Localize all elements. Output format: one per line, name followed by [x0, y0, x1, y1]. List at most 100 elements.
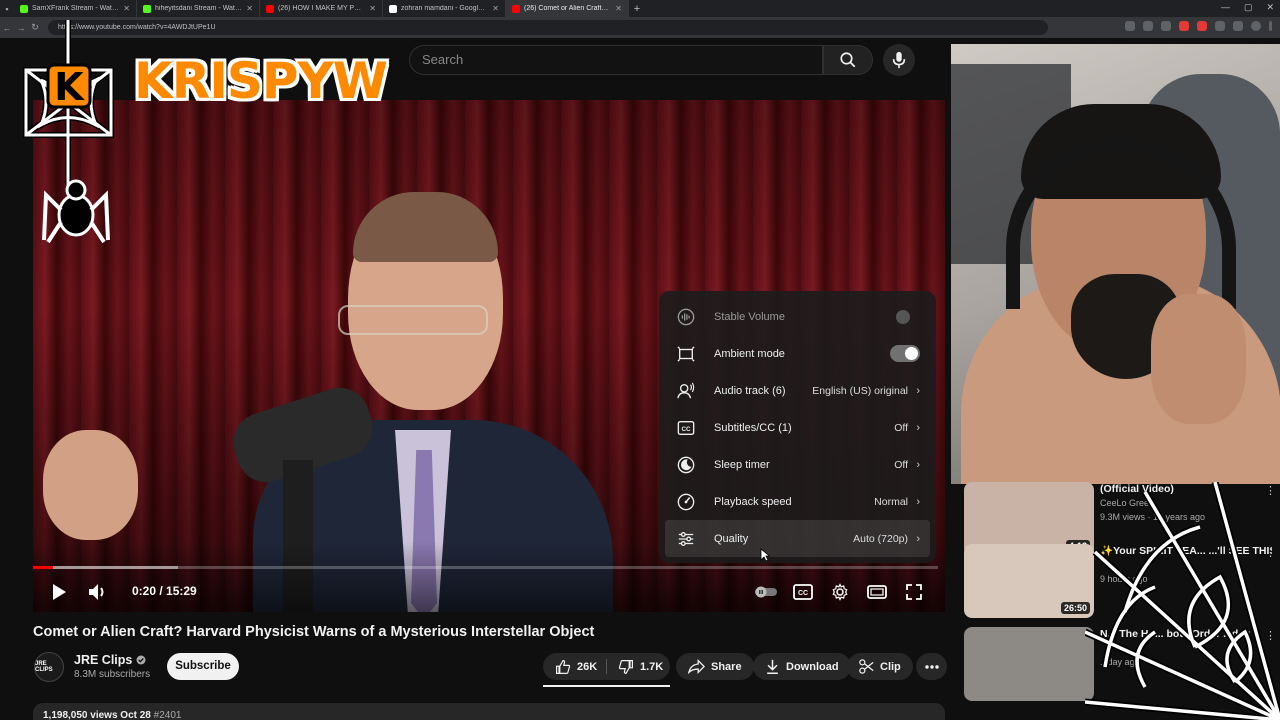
bookmark-icon[interactable] [1161, 21, 1171, 31]
like-ratio-bar [543, 685, 670, 687]
clip-button[interactable]: Clip [847, 653, 913, 680]
tab-close-icon[interactable]: ✕ [492, 4, 499, 13]
microphone-icon [892, 51, 906, 69]
channel-avatar[interactable]: JRE CLIPS [34, 652, 64, 682]
settings-menu: Stable Volume Ambient mode Audio track (6)… [659, 291, 936, 563]
settings-item-audio-track-6[interactable]: Audio track (6) English (US) original › [665, 372, 930, 409]
hashtag[interactable]: #2401 [154, 710, 182, 720]
profile-avatar[interactable] [1251, 21, 1261, 31]
volume-icon [89, 584, 104, 600]
tab-title: zohran mamdani - Google Search [401, 5, 489, 12]
thumbs-up-icon [556, 659, 571, 674]
tab-title: (26) Comet or Alien Craft? Harvar... [524, 5, 611, 12]
gear-icon [832, 583, 848, 601]
chevron-right-icon: › [916, 495, 920, 508]
more-horizontal-icon [924, 664, 939, 669]
extension-icon[interactable] [1179, 21, 1189, 31]
settings-item-quality[interactable]: Quality Auto (720p) › [665, 520, 930, 557]
search-button[interactable] [823, 45, 873, 75]
spider-web-logo-icon: K [23, 20, 114, 244]
settings-value: Auto (720p) [853, 532, 908, 545]
extensions-bar [1125, 21, 1272, 31]
ambient-mode-icon [677, 345, 695, 363]
audio-track-icon [677, 382, 695, 400]
like-button[interactable]: 26K [543, 653, 609, 680]
mute-button[interactable] [86, 580, 110, 604]
settings-item-ambient-mode[interactable]: Ambient mode [665, 335, 930, 372]
settings-value: Off [894, 458, 908, 471]
autoplay-toggle[interactable] [754, 582, 778, 602]
theater-mode-button[interactable] [865, 580, 889, 604]
play-button[interactable] [47, 580, 71, 604]
subscribe-button[interactable]: Subscribe [167, 653, 239, 680]
fullscreen-icon [906, 584, 922, 600]
extension-icon[interactable] [1143, 21, 1153, 31]
browser-tab[interactable]: zohran mamdani - Google Search✕ [383, 0, 506, 17]
more-actions-button[interactable] [916, 653, 947, 680]
tab-favicon-icon [389, 4, 397, 13]
like-count: 26K [577, 660, 598, 673]
download-label: Download [786, 660, 839, 673]
settings-label: Playback speed [714, 495, 792, 508]
download-button[interactable]: Download [753, 653, 851, 680]
streamer-logo: K KRISPYW [6, 10, 389, 250]
svg-text:CC: CC [798, 590, 808, 597]
verified-icon [136, 655, 146, 665]
fullscreen-button[interactable] [902, 580, 926, 604]
window-controls: — ▢ ✕ [1221, 2, 1274, 13]
settings-item-subtitles-cc-1[interactable]: CC Subtitles/CC (1) Off › [665, 409, 930, 446]
screen: { "browser": { "tabs": [ {"title": "SamX… [0, 0, 1280, 720]
thumbs-down-icon [618, 659, 633, 674]
settings-item-playback-speed[interactable]: Playback speed Normal › [665, 483, 930, 520]
search-icon [840, 52, 856, 68]
chevron-right-icon: › [916, 384, 920, 397]
settings-value: Normal [874, 495, 908, 508]
browser-tab[interactable]: (26) Comet or Alien Craft? Harvar... ✕ [506, 0, 629, 17]
spider-icon [42, 179, 110, 244]
maximize-icon[interactable]: ▢ [1244, 2, 1253, 13]
ambient-mode-toggle[interactable] [890, 345, 920, 362]
extension-icon[interactable] [1197, 21, 1207, 31]
new-tab-button[interactable]: + [629, 3, 645, 15]
views-and-date: 1,198,050 views Oct 28 [43, 710, 151, 720]
chevron-right-icon: › [916, 458, 920, 471]
share-button[interactable]: Share [676, 653, 754, 680]
progress-played [33, 566, 53, 569]
channel-name[interactable]: JRE Clips [74, 653, 146, 667]
scissors-icon [859, 659, 874, 674]
stable-volume-toggle[interactable] [896, 309, 910, 324]
settings-label: Ambient mode [714, 347, 785, 360]
close-window-icon[interactable]: ✕ [1266, 2, 1274, 13]
settings-item-stable-volume[interactable]: Stable Volume [665, 298, 930, 335]
voice-search-button[interactable] [883, 44, 915, 76]
mouse-cursor-icon [760, 548, 770, 562]
extension-icon[interactable] [1215, 21, 1225, 31]
chevron-right-icon: › [916, 532, 920, 545]
tab-close-icon[interactable]: ✕ [369, 4, 376, 13]
video-thumbnail[interactable]: 26:50 [964, 544, 1094, 618]
settings-button[interactable] [828, 580, 852, 604]
settings-item-sleep-timer[interactable]: Sleep timer Off › [665, 446, 930, 483]
dislike-button[interactable]: 1.7K [606, 653, 675, 680]
subtitles-icon: CC [677, 419, 695, 437]
puzzle-icon[interactable] [1233, 21, 1243, 31]
settings-label: Subtitles/CC (1) [714, 421, 792, 434]
share-label: Share [711, 660, 742, 673]
tab-close-icon[interactable]: ✕ [615, 4, 622, 13]
browser-menu-icon[interactable] [1269, 21, 1272, 31]
settings-label: Stable Volume [714, 310, 785, 323]
autoplay-icon [755, 586, 777, 598]
progress-bar[interactable] [33, 566, 938, 569]
video-thumbnail[interactable] [964, 627, 1094, 701]
extension-icon[interactable] [1125, 21, 1135, 31]
search-input[interactable]: Search [409, 45, 823, 75]
subtitles-button[interactable]: CC [791, 580, 815, 604]
description-box[interactable]: 1,198,050 views Oct 28 #2401 [33, 703, 945, 720]
minimize-icon[interactable]: — [1221, 2, 1230, 13]
settings-label: Audio track (6) [714, 384, 786, 397]
share-icon [688, 659, 705, 674]
svg-text:CC: CC [681, 426, 691, 433]
playback-speed-icon [677, 493, 695, 511]
settings-label: Quality [714, 532, 749, 545]
channel-name-text[interactable]: JRE Clips [74, 653, 132, 667]
